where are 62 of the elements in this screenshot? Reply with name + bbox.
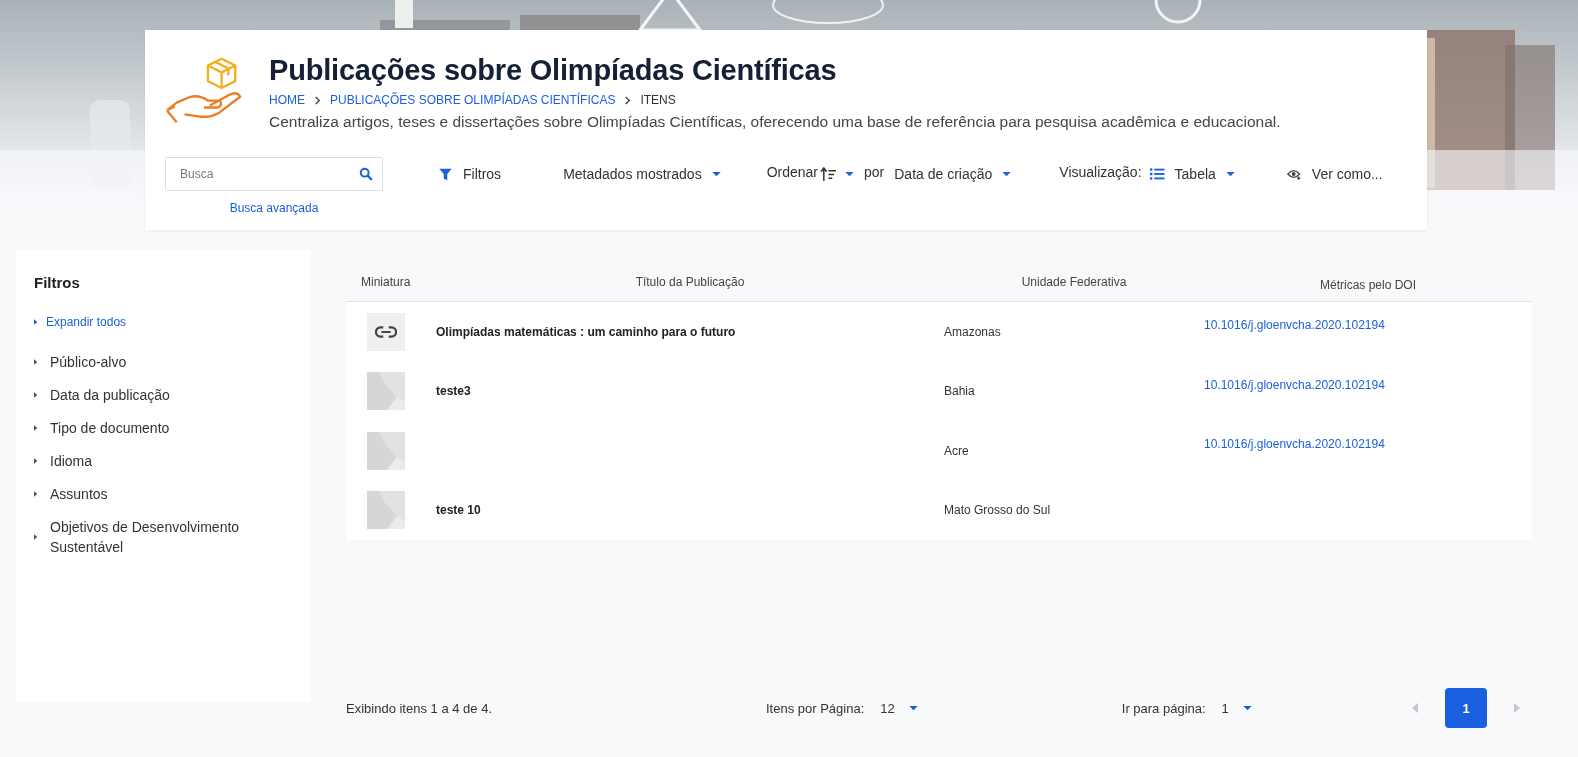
table-cell: Amazonas <box>944 324 1001 339</box>
column-header: Miniatura <box>360 274 412 289</box>
sort-icon <box>820 166 837 182</box>
filter-item[interactable]: Assuntos <box>34 484 108 504</box>
chevron-icon <box>314 96 321 105</box>
filter-item[interactable]: Data da publicação <box>34 385 170 405</box>
go-to-page-dropdown[interactable]: 1 <box>1221 700 1252 716</box>
breadcrumb-item: ITENS <box>640 93 676 108</box>
search-icon[interactable] <box>359 167 373 181</box>
chevron-icon <box>624 96 632 105</box>
view-as-button[interactable]: Ver como... <box>1286 157 1383 191</box>
filter-item[interactable]: Público-alvo <box>34 352 127 372</box>
column-header: Unidade Federativa <box>1020 274 1128 289</box>
page-title: Publicações sobre Olimpíadas Científicas <box>269 54 838 87</box>
filter-item[interactable]: Objetivos de Desenvolvimento Sustentável <box>34 517 260 557</box>
items-count: Exibindo itens 1 a 4 de 4. <box>346 700 493 716</box>
sort-field-dropdown[interactable]: Data de criação <box>894 157 1012 191</box>
table-cell: Acre <box>944 443 969 458</box>
view-mode-dropdown[interactable]: Tabela <box>1149 157 1235 191</box>
sort-by-label: por <box>864 163 885 182</box>
table-cell: Bahia <box>944 384 975 399</box>
advanced-search-link[interactable]: Busca avançada <box>229 201 319 215</box>
filters-button[interactable]: Filtros <box>438 157 502 191</box>
breadcrumb-item[interactable]: PUBLICAÇÕES SOBRE OLIMPÍADAS CIENTÍFICAS <box>330 93 616 108</box>
thumbnail-placeholder[interactable] <box>367 431 405 470</box>
caret-icon <box>34 319 38 325</box>
thumbnail-placeholder[interactable] <box>367 491 405 530</box>
expand-all-link[interactable]: Expandir todos <box>34 315 127 329</box>
thumbnail[interactable] <box>367 312 405 351</box>
list-icon <box>1149 167 1165 181</box>
column-header: Título da Publicação <box>634 274 746 289</box>
filters-title: Filtros <box>34 274 80 291</box>
publication-title[interactable]: teste 10 <box>436 503 481 518</box>
metadata-dropdown[interactable]: Metadados mostrados <box>563 157 721 191</box>
go-to-page-label: Ir para página: <box>1121 700 1206 716</box>
link-icon <box>375 325 397 338</box>
thumbnail-placeholder[interactable] <box>367 372 405 411</box>
search-field[interactable]: Busca <box>165 157 383 191</box>
table-cell: Mato Grosso do Sul <box>944 503 1051 518</box>
filter-item[interactable]: Tipo de documento <box>34 418 170 438</box>
caret-icon <box>1225 171 1235 177</box>
doi-link[interactable]: 10.1016/j.gloenvcha.2020.102194 <box>1204 377 1385 392</box>
items-per-page-dropdown[interactable]: 12 <box>880 700 918 716</box>
caret-icon <box>711 171 721 177</box>
collection-description: Centraliza artigos, teses e dissertações sobre Olimpíadas Científicas, oferecendo uma base de referência para pesquisa acadêmica e educacional. <box>269 113 1282 131</box>
sort-label: Ordenar <box>766 163 818 182</box>
filter-icon <box>438 167 453 181</box>
eye-icon <box>1286 167 1302 181</box>
filter-item[interactable]: Idioma <box>34 451 93 471</box>
view-mode-label: Visualização: <box>1059 163 1142 182</box>
caret-icon <box>845 171 854 177</box>
breadcrumb-item[interactable]: HOME <box>269 93 305 108</box>
doi-link[interactable]: 10.1016/j.gloenvcha.2020.102194 <box>1204 437 1385 451</box>
publication-title[interactable]: teste3 <box>436 384 471 399</box>
page-button[interactable]: 1 <box>1445 688 1487 728</box>
caret-icon <box>908 705 918 711</box>
column-header: Métricas pelo DOI <box>1319 277 1417 292</box>
caret-icon <box>1242 705 1252 711</box>
items-per-page-label: Itens por Página: <box>766 700 865 716</box>
doi-link[interactable]: 10.1016/j.gloenvcha.2020.102194 <box>1204 318 1385 332</box>
caret-icon <box>1002 171 1012 177</box>
publication-title[interactable]: Olimpíadas matemáticas : um caminho para o futuro <box>436 324 736 339</box>
